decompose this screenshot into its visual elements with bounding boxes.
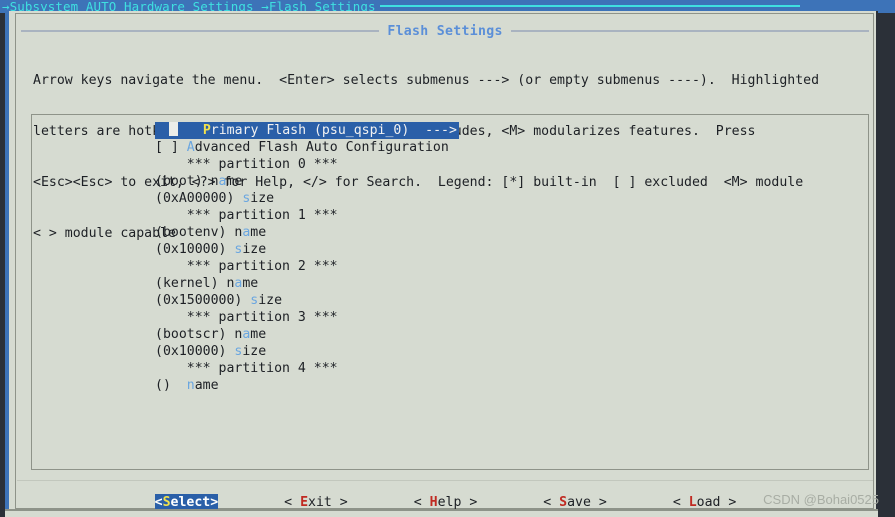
hotkey-letter: a: [234, 276, 243, 291]
menu-item[interactable]: (bootscr) name: [155, 326, 459, 343]
breadcrumb-rule: [379, 5, 800, 7]
menu-item[interactable]: (0x10000) size: [155, 343, 459, 360]
menu-item[interactable]: *** partition 2 ***: [155, 258, 459, 275]
hotkey-letter: s: [242, 191, 251, 206]
button-hotkey: H: [429, 495, 438, 510]
button-hotkey: L: [688, 495, 697, 510]
text-cursor: [169, 122, 178, 136]
menu-item[interactable]: *** partition 3 ***: [155, 309, 459, 326]
hotkey-letter: a: [242, 225, 251, 240]
hotkey-letter: s: [250, 293, 259, 308]
button-hotkey: S: [559, 495, 568, 510]
hotkey-letter: A: [186, 140, 195, 155]
menu-item[interactable]: *** partition 0 ***: [155, 156, 459, 173]
selection-bar: [155, 122, 162, 136]
menu-item[interactable]: [ ] Advanced Flash Auto Configuration: [155, 139, 459, 156]
hotkey-letter: P: [202, 123, 211, 138]
button-hotkey: S: [162, 495, 171, 510]
terminal-screen: →Subsystem AUTO Hardware Settings →Flash…: [0, 0, 895, 517]
help-line-1: Arrow keys navigate the menu. <Enter> se…: [33, 73, 820, 88]
menu-item[interactable]: (boot) name: [155, 173, 459, 190]
menu-item[interactable]: (0xA00000) size: [155, 190, 459, 207]
menu-item[interactable]: () name: [155, 377, 459, 394]
hotkey-letter: a: [242, 327, 251, 342]
hotkey-letter: a: [218, 174, 227, 189]
menu-item[interactable]: Primary Flash (psu_qspi_0) --->: [155, 122, 459, 139]
menu-item[interactable]: *** partition 4 ***: [155, 360, 459, 377]
dialog-bottom-strip: [5, 509, 878, 517]
hotkey-letter: n: [186, 378, 195, 393]
menu-item[interactable]: (0x10000) size: [155, 241, 459, 258]
watermark: CSDN @Bohai0525: [763, 492, 879, 507]
dialog-right-edge: [876, 11, 878, 516]
menu-item[interactable]: (kernel) name: [155, 275, 459, 292]
menu-list: Primary Flash (psu_qspi_0) --->[ ] Advan…: [155, 122, 459, 394]
menuconfig-dialog: Flash Settings Arrow keys navigate the m…: [5, 11, 878, 516]
hotkey-letter: s: [234, 344, 243, 359]
button-bar-separator: [17, 480, 873, 481]
menu-list-box[interactable]: Primary Flash (psu_qspi_0) --->[ ] Advan…: [31, 114, 869, 470]
hotkey-letter: s: [234, 242, 243, 257]
menu-item[interactable]: (bootenv) name: [155, 224, 459, 241]
button-hotkey: E: [300, 495, 309, 510]
menu-item[interactable]: (0x1500000) size: [155, 292, 459, 309]
menu-item[interactable]: *** partition 1 ***: [155, 207, 459, 224]
